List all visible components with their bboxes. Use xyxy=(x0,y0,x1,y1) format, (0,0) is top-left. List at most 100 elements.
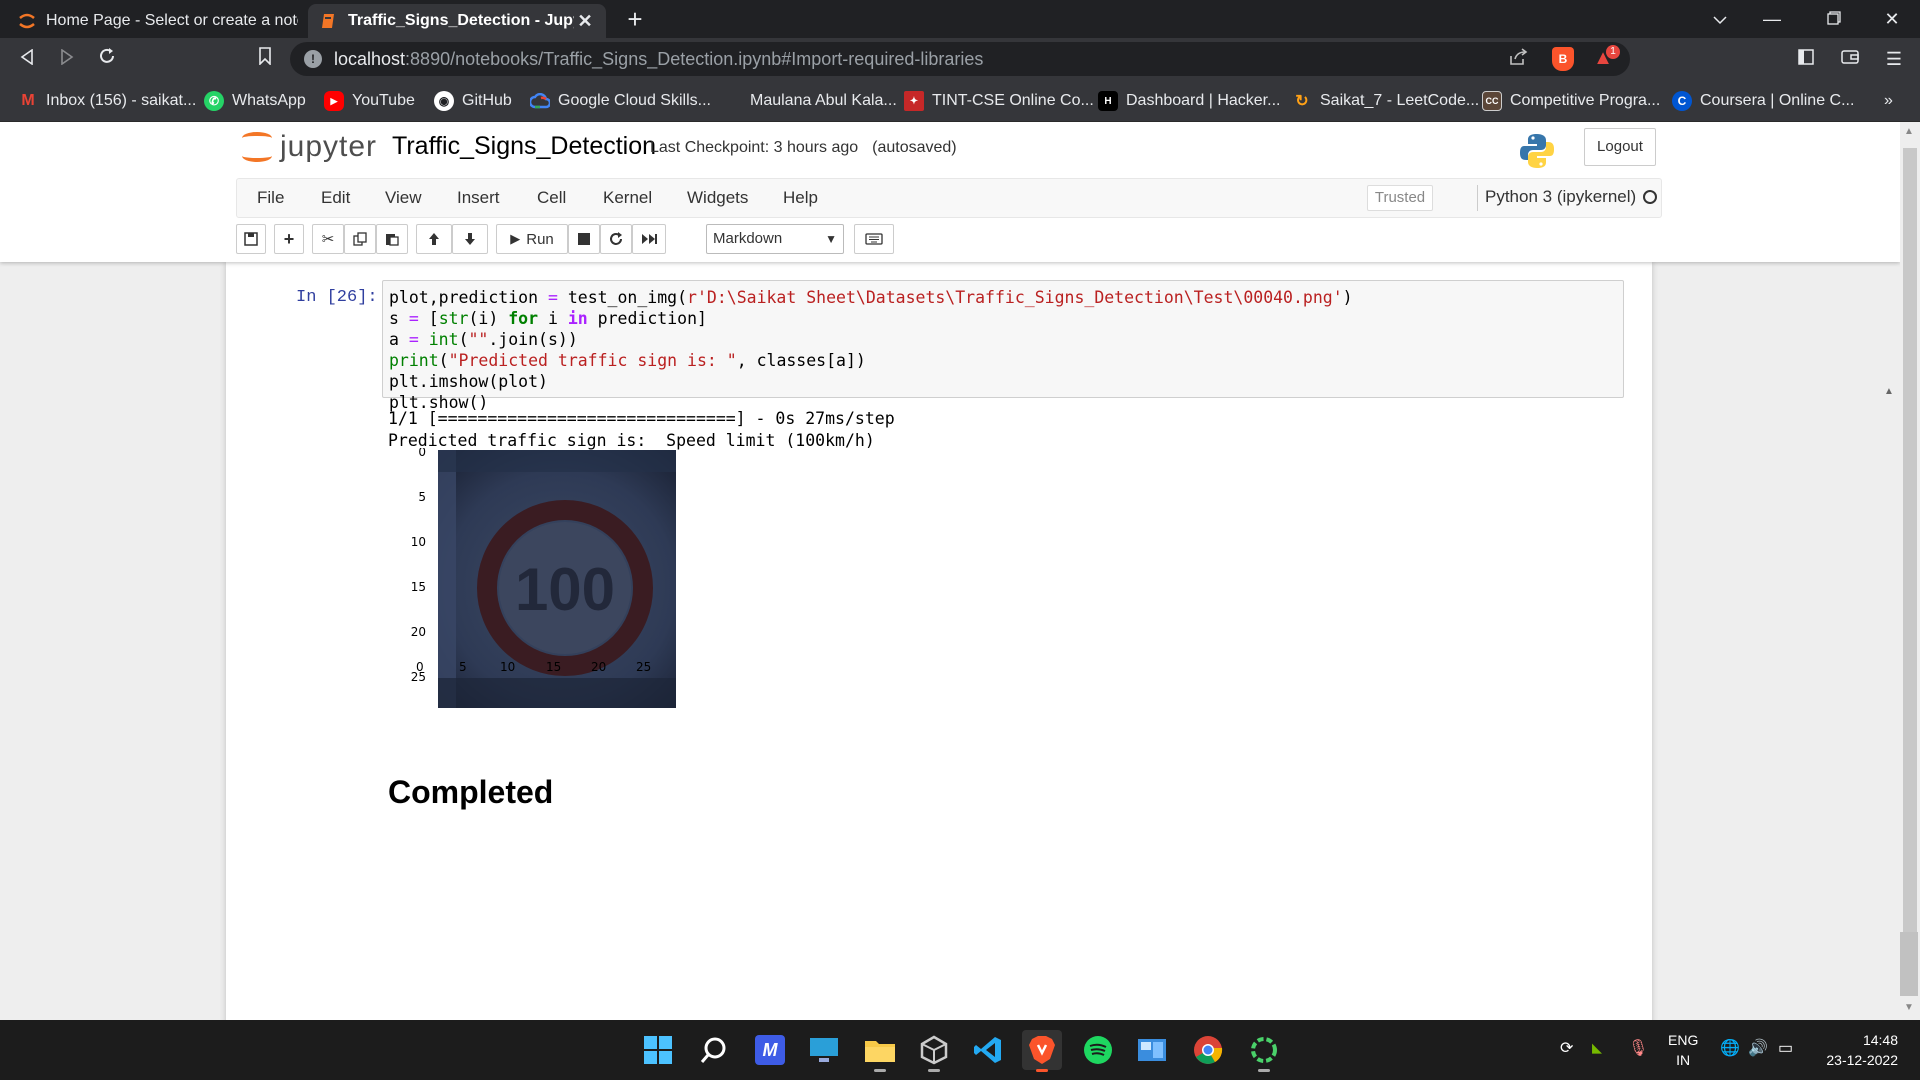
site-info-icon[interactable]: ! xyxy=(304,50,322,68)
url-text[interactable]: localhost:8890/notebooks/Traffic_Signs_D… xyxy=(334,49,983,70)
menu-widgets[interactable]: Widgets xyxy=(687,188,748,208)
tab-home-page[interactable]: Home Page - Select or create a notebook xyxy=(6,4,308,38)
bookmark-youtube[interactable]: ▶ YouTube xyxy=(324,88,415,114)
bookmark-tint-cse[interactable]: ✦ TINT-CSE Online Co... xyxy=(904,88,1094,114)
whatsapp-icon: ✆ xyxy=(204,91,224,111)
move-up-icon[interactable] xyxy=(416,224,452,254)
run-button[interactable]: ▶ Run xyxy=(496,224,568,254)
control-panel-icon[interactable] xyxy=(1132,1030,1172,1070)
bookmark-whatsapp[interactable]: ✆ WhatsApp xyxy=(204,88,306,114)
running-indicator xyxy=(874,1069,886,1072)
reload-icon[interactable] xyxy=(92,44,122,74)
tab-search-chevron-icon[interactable] xyxy=(1692,0,1748,38)
logout-button[interactable]: Logout xyxy=(1584,128,1656,166)
browser-tab-strip: Home Page - Select or create a notebook … xyxy=(0,0,1920,38)
unity-app-icon[interactable] xyxy=(914,1030,954,1072)
google-cloud-icon xyxy=(530,91,550,111)
code-cell-input[interactable]: plot,prediction = test_on_img(r'D:\Saika… xyxy=(382,280,1624,412)
bookmark-competitive-programming[interactable]: CC Competitive Progra... xyxy=(1482,88,1660,114)
system-clock[interactable]: 14:48 23-12-2022 xyxy=(1818,1030,1898,1070)
network-icon[interactable]: 🌐 xyxy=(1720,1038,1740,1058)
notebook-scrollbar[interactable]: ▲ xyxy=(1878,262,1900,1020)
scroll-thumb[interactable] xyxy=(1903,148,1917,968)
code-token: = xyxy=(547,288,558,307)
cell-type-select[interactable]: Markdown ▼ xyxy=(706,224,844,254)
bookmark-maulana[interactable]: Maulana Abul Kala... xyxy=(722,88,897,114)
tab-traffic-signs-detection[interactable]: Traffic_Signs_Detection - Jupyter Notebo… xyxy=(308,4,606,38)
bookmark-google-cloud[interactable]: Google Cloud Skills... xyxy=(530,88,711,114)
brave-shields-icon[interactable]: B xyxy=(1552,47,1574,71)
close-window-button[interactable]: ✕ xyxy=(1864,0,1920,38)
bookmark-inbox[interactable]: M Inbox (156) - saikat... xyxy=(18,88,196,114)
bookmark-label: GitHub xyxy=(462,92,512,109)
brave-rewards-icon[interactable]: ▲ 1 xyxy=(1590,45,1620,71)
menu-file[interactable]: File xyxy=(257,188,284,208)
brave-browser-icon[interactable] xyxy=(1022,1030,1062,1072)
markdown-heading[interactable]: Completed xyxy=(388,774,553,811)
share-icon[interactable] xyxy=(1508,48,1528,71)
cell-output: 1/1 [==============================] - 0… xyxy=(388,408,1618,452)
bookmark-icon[interactable] xyxy=(250,44,280,74)
notebook-name[interactable]: Traffic_Signs_Detection xyxy=(392,132,656,161)
save-icon[interactable] xyxy=(236,224,266,254)
more-bookmarks-icon[interactable]: » xyxy=(1884,88,1893,114)
file-explorer-icon[interactable] xyxy=(860,1030,900,1072)
restart-kernel-icon[interactable] xyxy=(600,224,632,254)
menu-view[interactable]: View xyxy=(385,188,422,208)
menu-cell[interactable]: Cell xyxy=(537,188,566,208)
microphone-icon[interactable]: 🎙 xyxy=(1628,1038,1648,1058)
forward-icon[interactable] xyxy=(52,44,82,74)
clock-time: 14:48 xyxy=(1862,1032,1898,1048)
code-token: = xyxy=(408,309,419,328)
paste-icon[interactable] xyxy=(376,224,408,254)
chrome-icon[interactable] xyxy=(1188,1030,1228,1070)
scroll-up-icon[interactable]: ▲ xyxy=(1904,126,1914,137)
nvidia-icon[interactable]: ◣ xyxy=(1592,1040,1602,1056)
menu-help[interactable]: Help xyxy=(783,188,818,208)
copy-icon[interactable] xyxy=(344,224,376,254)
insert-cell-icon[interactable]: + xyxy=(274,224,304,254)
kernel-name[interactable]: Python 3 (ipykernel) xyxy=(1485,187,1636,207)
chevron-down-icon: ▼ xyxy=(825,232,837,246)
menu-kernel[interactable]: Kernel xyxy=(603,188,652,208)
omnibox[interactable]: ! localhost:8890/notebooks/Traffic_Signs… xyxy=(290,42,1630,76)
jupyter-logo[interactable]: jupyter xyxy=(242,130,377,164)
sidebar-toggle-icon[interactable] xyxy=(1792,46,1820,72)
menu-insert[interactable]: Insert xyxy=(457,188,500,208)
start-icon[interactable] xyxy=(638,1030,678,1070)
notebook-toolbar: + ✂ ▶ Run Markdown ▼ xyxy=(236,222,1662,256)
back-icon[interactable] xyxy=(12,44,42,74)
menu-edit[interactable]: Edit xyxy=(321,188,350,208)
search-icon[interactable] xyxy=(694,1030,734,1070)
bookmark-hackerrank[interactable]: H Dashboard | Hacker... xyxy=(1098,88,1280,114)
bookmark-coursera[interactable]: C Coursera | Online C... xyxy=(1672,88,1854,114)
spotify-icon[interactable] xyxy=(1078,1030,1118,1070)
restore-button[interactable] xyxy=(1806,0,1862,38)
language-indicator[interactable]: ENG IN xyxy=(1668,1030,1698,1070)
new-tab-button[interactable]: + xyxy=(620,4,650,34)
restart-run-all-icon[interactable] xyxy=(632,224,666,254)
wallet-icon[interactable] xyxy=(1836,46,1864,72)
cut-icon[interactable]: ✂ xyxy=(312,224,344,254)
mathway-app-icon[interactable]: M xyxy=(750,1030,790,1070)
sync-icon[interactable]: ⟳ xyxy=(1560,1038,1573,1058)
scroll-up-icon[interactable]: ▲ xyxy=(1884,386,1894,397)
page-scrollbar[interactable]: ▲ ▼ xyxy=(1900,122,1920,1020)
move-down-icon[interactable] xyxy=(452,224,488,254)
bookmark-leetcode[interactable]: ↻ Saikat_7 - LeetCode... xyxy=(1292,88,1479,114)
volume-icon[interactable]: 🔊 xyxy=(1748,1038,1768,1058)
vscode-icon[interactable] xyxy=(968,1030,1008,1070)
desktop-app-icon[interactable] xyxy=(804,1030,844,1070)
bookmark-github[interactable]: ◉ GitHub xyxy=(434,88,512,114)
menu-icon[interactable]: ☰ xyxy=(1880,46,1908,72)
loading-app-icon[interactable] xyxy=(1244,1030,1284,1072)
scroll-thumb-lower[interactable] xyxy=(1900,932,1918,996)
tab-title: Traffic_Signs_Detection - Jupyter Notebo… xyxy=(348,12,574,29)
close-tab-icon[interactable]: ✕ xyxy=(574,11,596,32)
minimize-button[interactable]: — xyxy=(1744,0,1800,38)
keyboard-icon[interactable] xyxy=(854,224,894,254)
trusted-indicator[interactable]: Trusted xyxy=(1367,185,1433,211)
battery-icon[interactable]: ▭ xyxy=(1778,1038,1793,1058)
scroll-down-icon[interactable]: ▼ xyxy=(1904,1002,1914,1013)
interrupt-icon[interactable] xyxy=(568,224,600,254)
